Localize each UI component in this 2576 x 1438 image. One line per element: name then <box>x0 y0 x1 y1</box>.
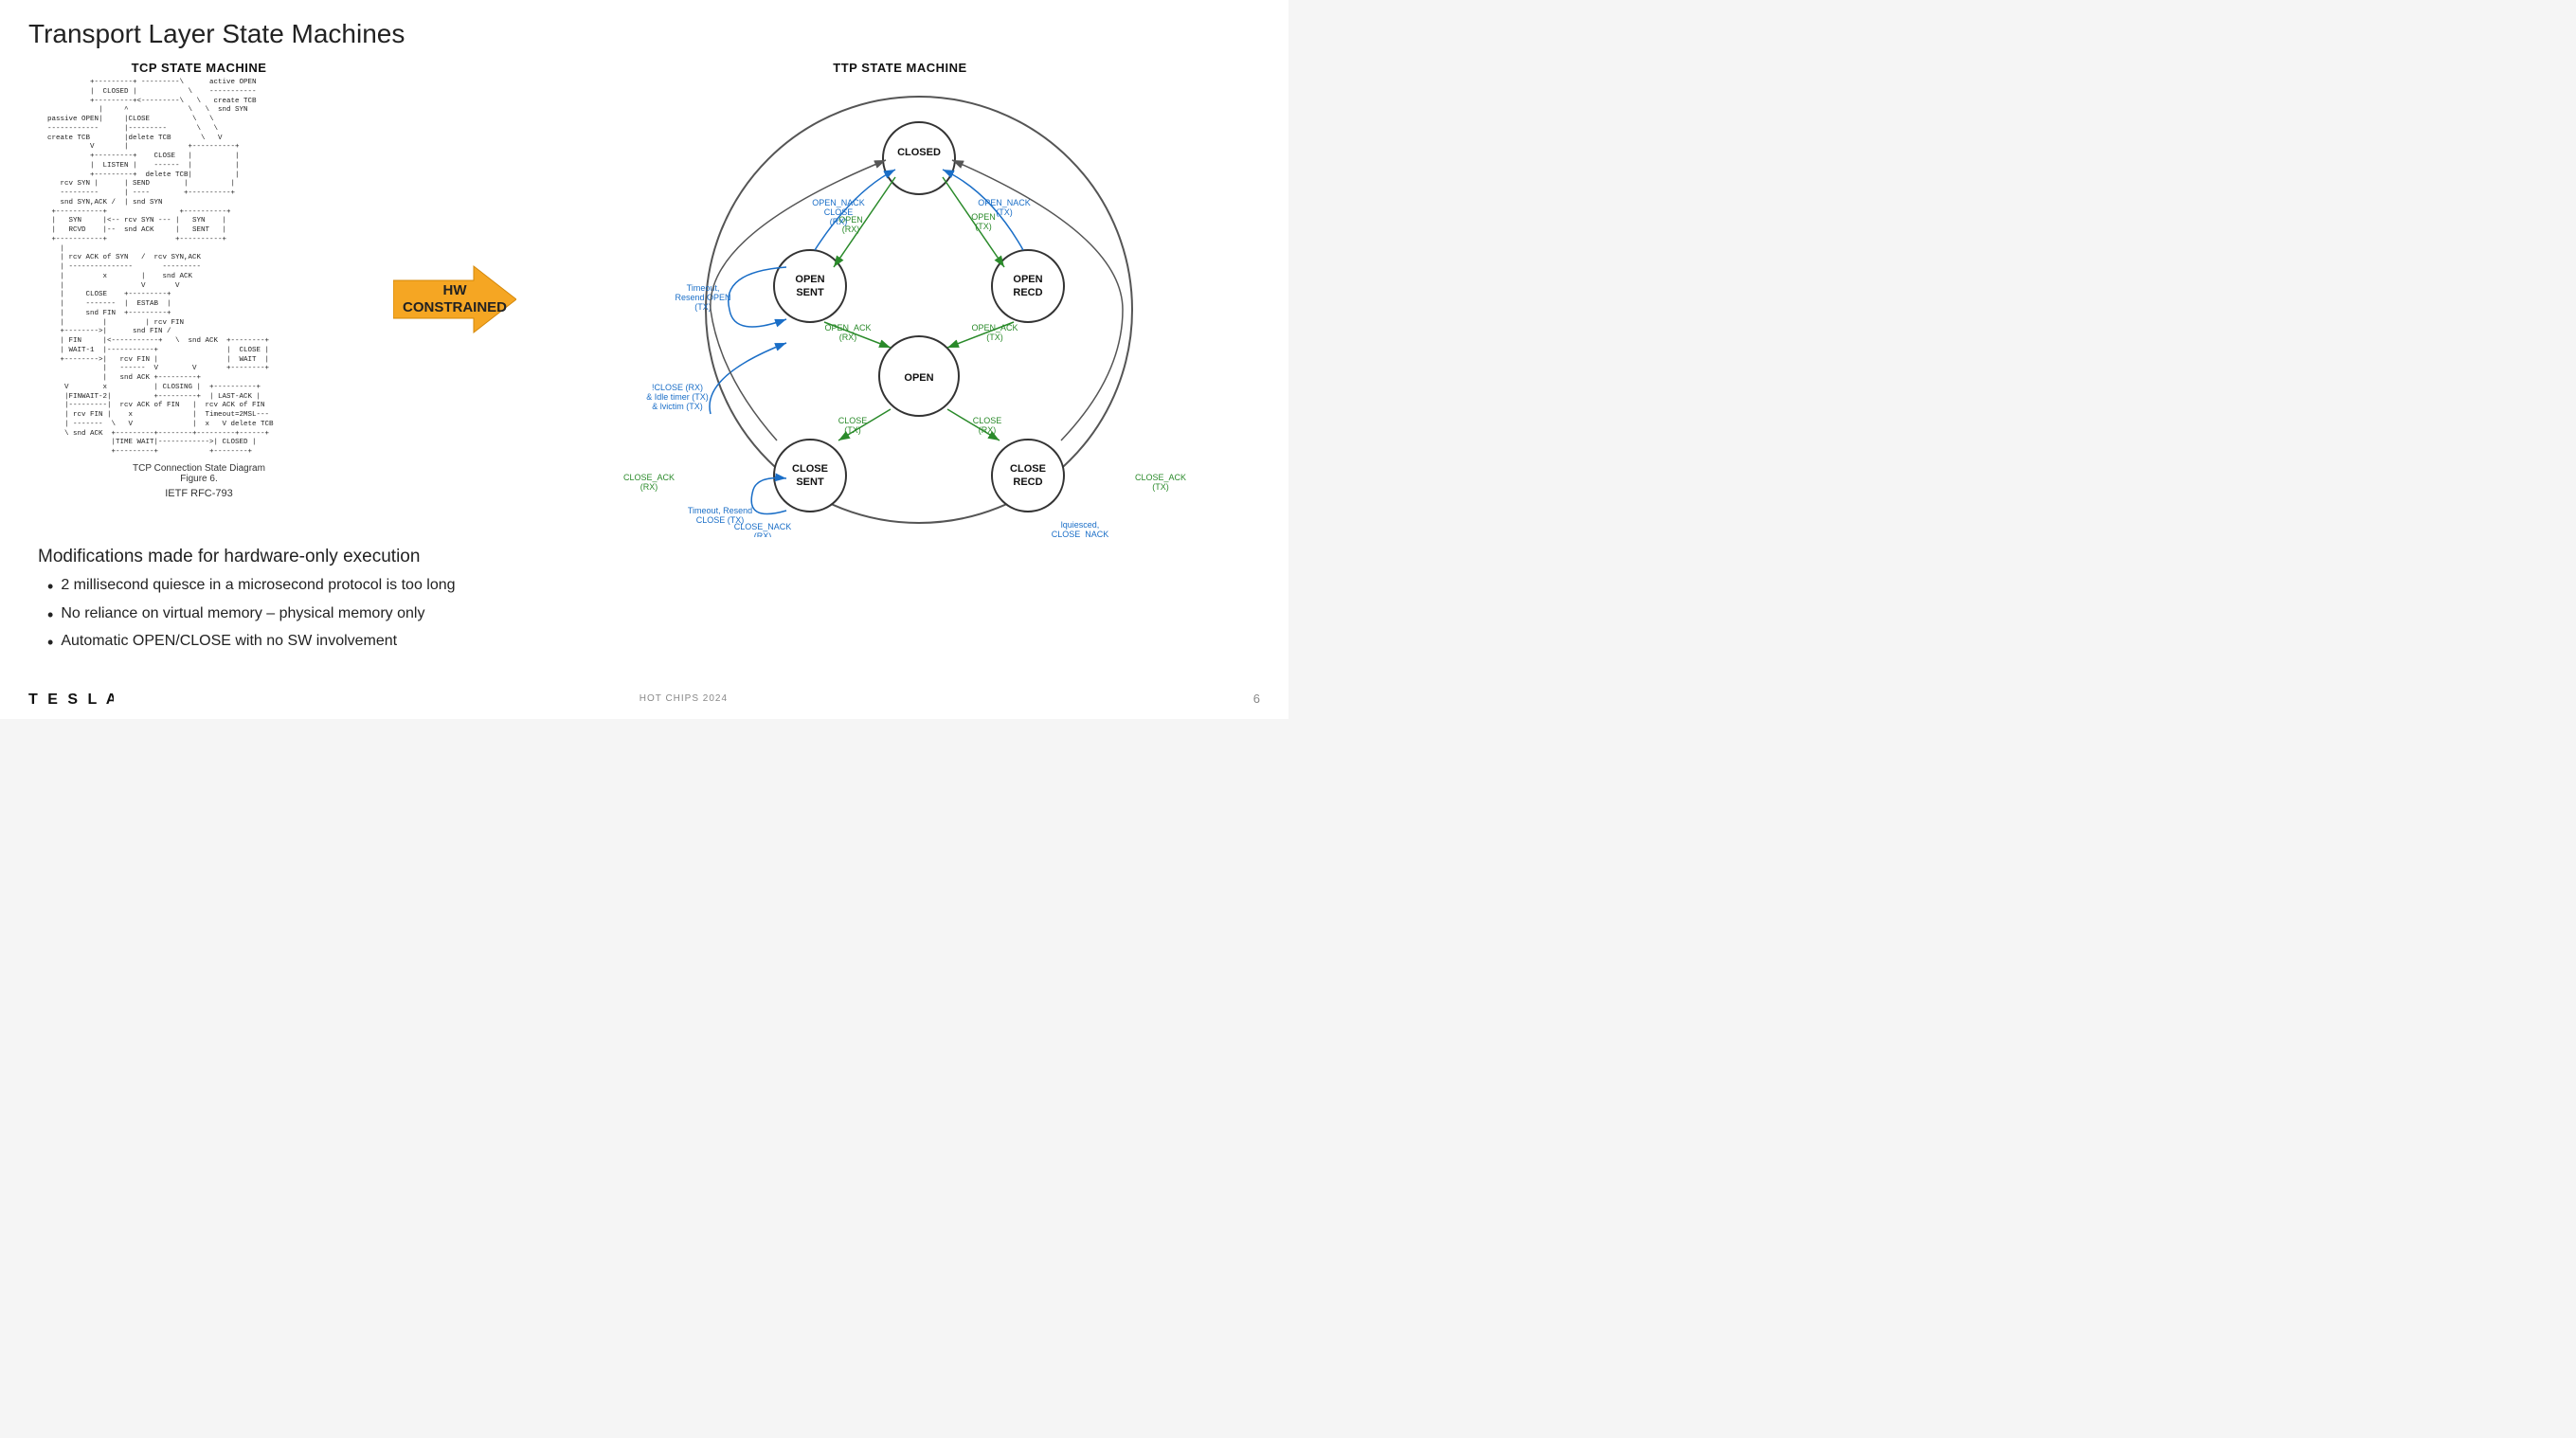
content-area: TCP STATE MACHINE +---------+ ---------\… <box>28 61 1260 537</box>
ttp-title: TTP STATE MACHINE <box>540 61 1260 75</box>
bullet-list: 2 millisecond quiesce in a microsecond p… <box>38 577 1260 654</box>
svg-text:OPEN_NACK: OPEN_NACK <box>978 198 1031 207</box>
hw-label: HW CONSTRAINED <box>403 282 507 316</box>
svg-text:& lvictim (TX): & lvictim (TX) <box>652 402 703 411</box>
svg-text:RECD: RECD <box>1013 287 1042 298</box>
svg-text:SENT: SENT <box>796 476 824 488</box>
tcp-caption: TCP Connection State Diagram Figure 6. <box>28 463 369 484</box>
svg-text:RECD: RECD <box>1013 476 1042 488</box>
hw-arrow: HW CONSTRAINED <box>393 261 516 337</box>
modifications-title: Modifications made for hardware-only exe… <box>38 547 1260 567</box>
svg-text:T E S L A: T E S L A <box>28 692 114 708</box>
svg-text:CLOSE_ACK: CLOSE_ACK <box>623 473 675 482</box>
svg-text:!CLOSE (RX): !CLOSE (RX) <box>652 383 703 392</box>
svg-text:CLOSE: CLOSE <box>838 416 868 425</box>
bullet-item-1: 2 millisecond quiesce in a microsecond p… <box>47 577 1260 598</box>
svg-text:(TX): (TX) <box>1152 482 1169 492</box>
slide-title: Transport Layer State Machines <box>28 19 1260 49</box>
svg-text:SENT: SENT <box>796 287 824 298</box>
ttp-diagram: CLOSED OPEN SENT OPEN RECD OPEN CLOSE <box>540 82 1260 537</box>
svg-text:(RX): (RX) <box>839 333 857 342</box>
svg-text:CLOSE_ACK: CLOSE_ACK <box>1135 473 1186 482</box>
svg-text:(RX): (RX) <box>754 531 772 537</box>
tcp-title: TCP STATE MACHINE <box>28 61 369 75</box>
svg-text:CLOSE (TX): CLOSE (TX) <box>696 515 745 525</box>
svg-text:lquiesced,: lquiesced, <box>1061 520 1100 530</box>
bullet-item-3: Automatic OPEN/CLOSE with no SW involvem… <box>47 633 1260 654</box>
svg-text:Resend OPEN: Resend OPEN <box>675 293 730 302</box>
svg-text:(RX): (RX) <box>830 217 848 226</box>
tesla-logo: T E S L A <box>28 689 114 708</box>
svg-text:CLOSE: CLOSE <box>792 463 828 475</box>
hw-constrained-panel: HW CONSTRAINED <box>379 61 531 537</box>
svg-text:OPEN_NACK: OPEN_NACK <box>812 198 865 207</box>
footer-center: HOT CHIPS 2024 <box>639 693 728 704</box>
svg-text:CLOSE: CLOSE <box>1010 463 1046 475</box>
bullet-item-2: No reliance on virtual memory – physical… <box>47 605 1260 626</box>
svg-text:CLOSED: CLOSED <box>897 147 941 158</box>
tcp-rfc: IETF RFC-793 <box>28 488 369 499</box>
slide: Transport Layer State Machines TCP STATE… <box>0 0 1288 719</box>
svg-text:OPEN: OPEN <box>971 212 996 222</box>
svg-text:Timeout, Resend: Timeout, Resend <box>688 506 752 515</box>
svg-text:CLOSE: CLOSE <box>973 416 1002 425</box>
svg-text:OPEN_ACK: OPEN_ACK <box>971 323 1018 333</box>
svg-text:(TX): (TX) <box>844 425 861 435</box>
footer: T E S L A HOT CHIPS 2024 6 <box>0 689 1288 708</box>
svg-text:CLOSE: CLOSE <box>824 207 854 217</box>
tcp-diagram: +---------+ ---------\ active OPEN | CLO… <box>47 79 369 458</box>
bottom-section: Modifications made for hardware-only exe… <box>28 547 1260 654</box>
svg-text:(RX): (RX) <box>979 425 997 435</box>
svg-text:OPEN_ACK: OPEN_ACK <box>824 323 871 333</box>
svg-text:(RX): (RX) <box>640 482 658 492</box>
svg-text:OPEN: OPEN <box>904 372 933 384</box>
svg-text:& Idle timer (TX): & Idle timer (TX) <box>646 392 709 402</box>
svg-text:CLOSE_NACK: CLOSE_NACK <box>1052 530 1109 537</box>
svg-text:(TX): (TX) <box>694 302 712 312</box>
svg-text:(TX): (TX) <box>975 222 992 231</box>
ttp-panel: TTP STATE MACHINE <box>540 61 1260 537</box>
svg-text:(TX): (TX) <box>996 207 1013 217</box>
svg-text:OPEN: OPEN <box>1013 274 1042 285</box>
svg-text:(TX): (TX) <box>986 333 1003 342</box>
footer-page: 6 <box>1253 692 1260 706</box>
tcp-panel: TCP STATE MACHINE +---------+ ---------\… <box>28 61 369 537</box>
svg-text:OPEN: OPEN <box>795 274 824 285</box>
